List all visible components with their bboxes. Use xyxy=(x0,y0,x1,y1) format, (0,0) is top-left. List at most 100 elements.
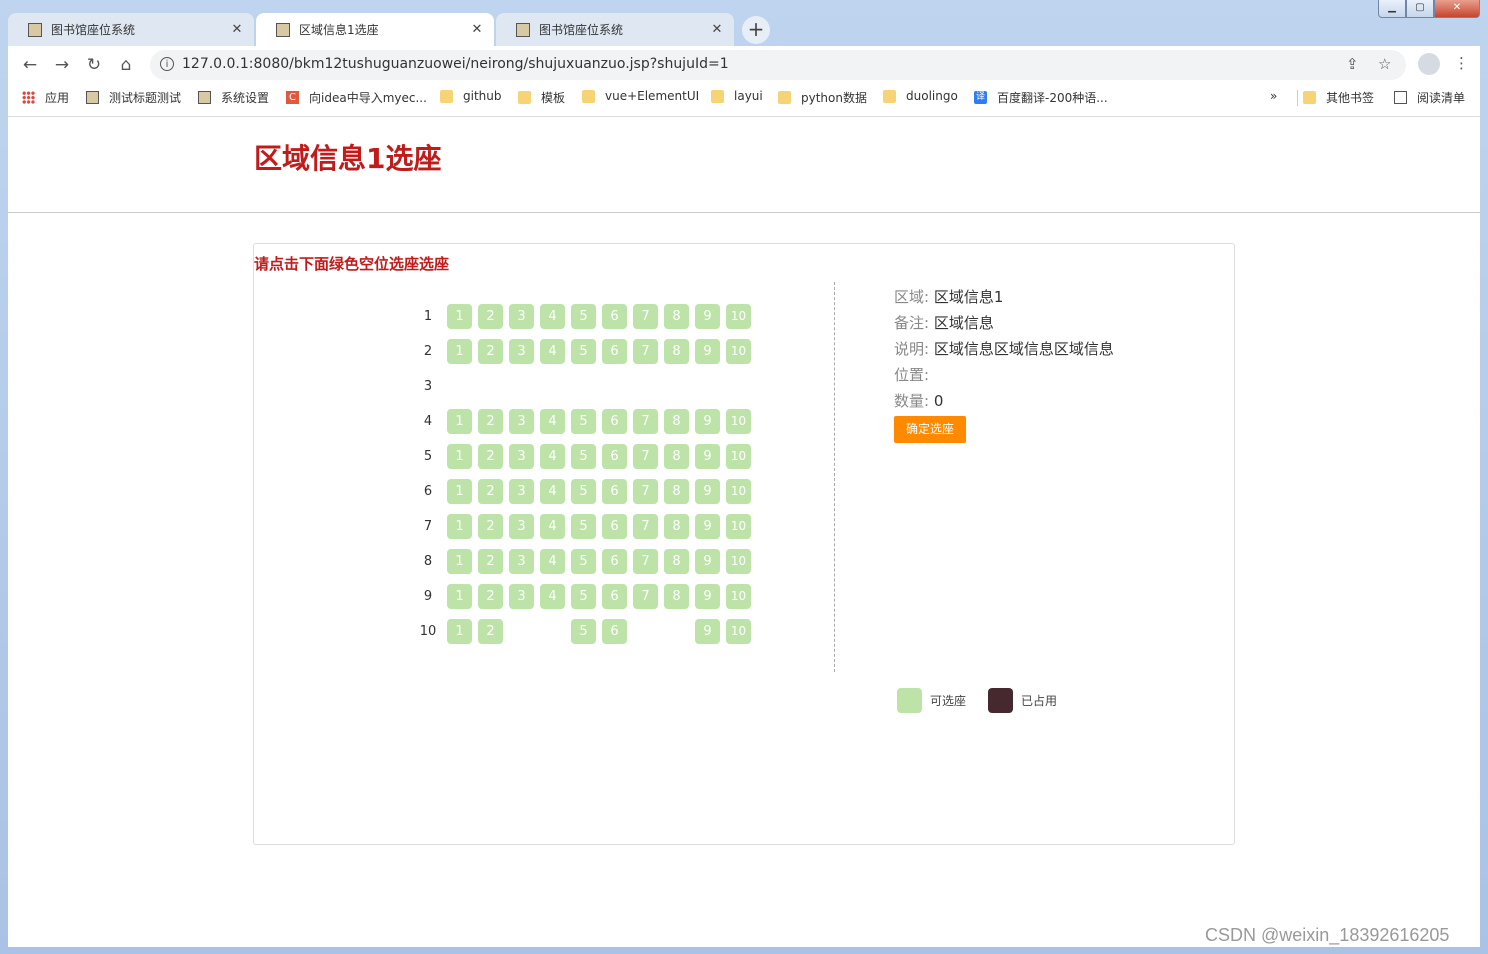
bookmark-apps[interactable]: 应用 xyxy=(22,89,69,106)
seat-button[interactable]: 5 xyxy=(571,444,596,469)
seat-button[interactable]: 9 xyxy=(695,409,720,434)
seat-button[interactable]: 7 xyxy=(633,549,658,574)
seat-button[interactable]: 3 xyxy=(509,339,534,364)
seat-button[interactable]: 1 xyxy=(447,514,472,539)
seat-button[interactable]: 4 xyxy=(540,304,565,329)
seat-button[interactable]: 3 xyxy=(509,549,534,574)
seat-button[interactable]: 4 xyxy=(540,584,565,609)
bookmark-folder[interactable]: vue+ElementUI xyxy=(582,89,699,103)
seat-button[interactable]: 10 xyxy=(726,584,751,609)
seat-button[interactable]: 8 xyxy=(664,409,689,434)
bookmark-item[interactable]: 系统设置 xyxy=(198,89,269,106)
tab-2[interactable]: 区域信息1选座 ✕ xyxy=(256,13,494,46)
seat-button[interactable]: 3 xyxy=(509,514,534,539)
address-bar[interactable]: i 127.0.0.1:8080/bkm12tushuguanzuowei/ne… xyxy=(150,50,1406,80)
confirm-seat-button[interactable]: 确定选座 xyxy=(894,416,967,443)
back-icon[interactable]: ← xyxy=(18,54,42,76)
seat-button[interactable]: 9 xyxy=(695,514,720,539)
bookmarks-overflow-icon[interactable]: » xyxy=(1270,89,1277,103)
seat-button[interactable]: 2 xyxy=(478,304,503,329)
seat-button[interactable]: 8 xyxy=(664,514,689,539)
seat-button[interactable]: 4 xyxy=(540,339,565,364)
share-icon[interactable]: ⇪ xyxy=(1346,55,1359,73)
seat-button[interactable]: 5 xyxy=(571,409,596,434)
tab-3[interactable]: 图书馆座位系统 ✕ xyxy=(496,13,734,46)
bookmark-item[interactable]: 测试标题测试 xyxy=(86,89,181,106)
seat-button[interactable]: 1 xyxy=(447,549,472,574)
seat-button[interactable]: 8 xyxy=(664,584,689,609)
seat-button[interactable]: 3 xyxy=(509,409,534,434)
info-icon[interactable]: i xyxy=(160,57,174,71)
tab-close-icon[interactable]: ✕ xyxy=(230,22,244,37)
seat-button[interactable]: 1 xyxy=(447,444,472,469)
seat-button[interactable]: 6 xyxy=(602,304,627,329)
seat-button[interactable]: 6 xyxy=(602,514,627,539)
seat-button[interactable]: 2 xyxy=(478,584,503,609)
seat-button[interactable]: 9 xyxy=(695,549,720,574)
bookmark-folder[interactable]: 模板 xyxy=(518,89,565,106)
seat-button[interactable]: 6 xyxy=(602,584,627,609)
seat-button[interactable]: 10 xyxy=(726,304,751,329)
seat-button[interactable]: 1 xyxy=(447,584,472,609)
seat-button[interactable]: 9 xyxy=(695,479,720,504)
seat-button[interactable]: 8 xyxy=(664,549,689,574)
seat-button[interactable]: 10 xyxy=(726,339,751,364)
seat-button[interactable]: 6 xyxy=(602,409,627,434)
seat-button[interactable]: 4 xyxy=(540,409,565,434)
seat-button[interactable]: 6 xyxy=(602,444,627,469)
seat-button[interactable]: 9 xyxy=(695,304,720,329)
profile-avatar-icon[interactable] xyxy=(1418,53,1440,75)
seat-button[interactable]: 6 xyxy=(602,339,627,364)
bookmark-folder[interactable]: duolingo xyxy=(883,89,958,103)
bookmark-folder[interactable]: 其他书签 xyxy=(1303,89,1374,106)
seat-button[interactable]: 3 xyxy=(509,444,534,469)
seat-button[interactable]: 8 xyxy=(664,304,689,329)
seat-button[interactable]: 2 xyxy=(478,619,503,644)
seat-button[interactable]: 4 xyxy=(540,514,565,539)
bookmark-star-icon[interactable]: ☆ xyxy=(1378,55,1391,73)
seat-button[interactable]: 1 xyxy=(447,409,472,434)
seat-button[interactable]: 10 xyxy=(726,549,751,574)
seat-button[interactable]: 5 xyxy=(571,619,596,644)
bookmark-folder[interactable]: python数据 xyxy=(778,89,867,106)
seat-button[interactable]: 7 xyxy=(633,584,658,609)
seat-button[interactable]: 5 xyxy=(571,479,596,504)
tab-close-icon[interactable]: ✕ xyxy=(470,22,484,37)
seat-button[interactable]: 3 xyxy=(509,304,534,329)
seat-button[interactable]: 10 xyxy=(726,444,751,469)
seat-button[interactable]: 10 xyxy=(726,479,751,504)
home-icon[interactable]: ⌂ xyxy=(114,54,138,76)
seat-button[interactable]: 3 xyxy=(509,479,534,504)
seat-button[interactable]: 5 xyxy=(571,514,596,539)
seat-button[interactable]: 6 xyxy=(602,479,627,504)
seat-button[interactable]: 3 xyxy=(509,584,534,609)
seat-button[interactable]: 2 xyxy=(478,409,503,434)
seat-button[interactable]: 5 xyxy=(571,304,596,329)
seat-button[interactable]: 4 xyxy=(540,444,565,469)
seat-button[interactable]: 1 xyxy=(447,479,472,504)
bookmark-folder[interactable]: layui xyxy=(711,89,763,103)
seat-button[interactable]: 9 xyxy=(695,584,720,609)
seat-button[interactable]: 2 xyxy=(478,549,503,574)
seat-button[interactable]: 7 xyxy=(633,304,658,329)
seat-button[interactable]: 6 xyxy=(602,619,627,644)
seat-button[interactable]: 4 xyxy=(540,549,565,574)
seat-button[interactable]: 7 xyxy=(633,339,658,364)
seat-button[interactable]: 10 xyxy=(726,619,751,644)
seat-button[interactable]: 8 xyxy=(664,479,689,504)
seat-button[interactable]: 5 xyxy=(571,339,596,364)
seat-button[interactable]: 9 xyxy=(695,339,720,364)
url-text[interactable]: 127.0.0.1:8080/bkm12tushuguanzuowei/neir… xyxy=(182,56,729,72)
seat-button[interactable]: 2 xyxy=(478,514,503,539)
seat-button[interactable]: 9 xyxy=(695,619,720,644)
new-tab-button[interactable]: + xyxy=(742,16,770,44)
tab-close-icon[interactable]: ✕ xyxy=(710,22,724,37)
seat-button[interactable]: 6 xyxy=(602,549,627,574)
seat-button[interactable]: 7 xyxy=(633,444,658,469)
seat-button[interactable]: 7 xyxy=(633,409,658,434)
seat-button[interactable]: 10 xyxy=(726,514,751,539)
seat-button[interactable]: 9 xyxy=(695,444,720,469)
seat-button[interactable]: 1 xyxy=(447,339,472,364)
bookmark-item[interactable]: C 向idea中导入myec... xyxy=(286,89,427,106)
reading-list[interactable]: 阅读清单 xyxy=(1394,89,1465,106)
